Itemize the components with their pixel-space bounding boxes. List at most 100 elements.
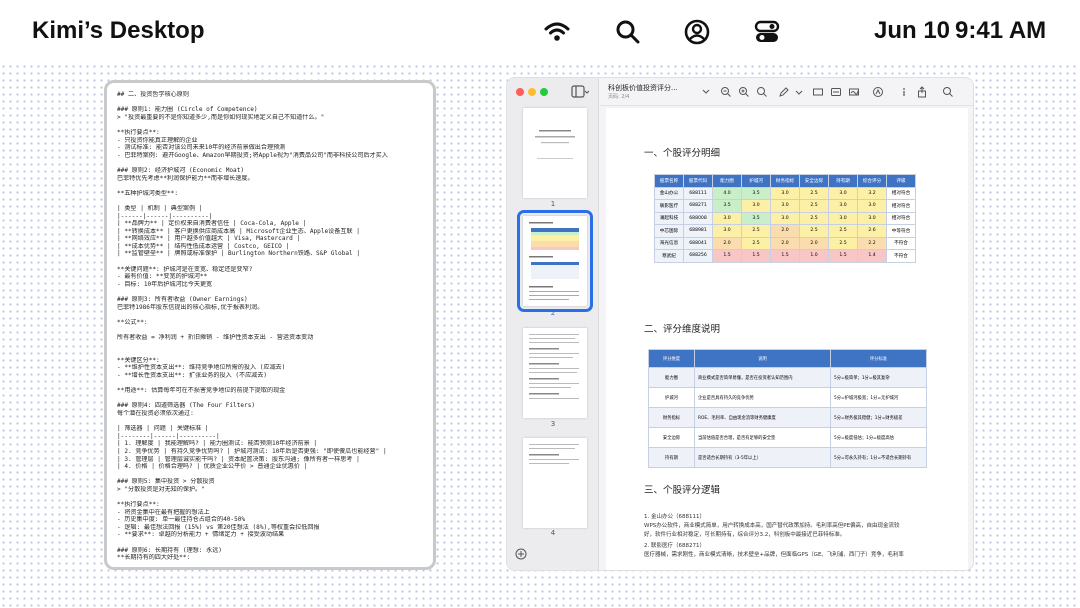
editor-line: | 2. 竞争优势 | 有持久竞争优势吗? | 护城河测试: 10年后是否更强:… — [117, 447, 387, 455]
page-thumbnail-2[interactable] — [517, 210, 593, 312]
table-cell: 3.5 — [741, 186, 771, 200]
search-icon[interactable] — [942, 86, 954, 98]
table-cell: 联影医疗 — [654, 199, 684, 213]
page-thumbnail-3[interactable] — [523, 328, 587, 418]
text-box-icon[interactable] — [812, 86, 824, 98]
editor-line: **执行要点**: — [117, 501, 160, 509]
table-header-cell: 评分标准 — [830, 349, 927, 368]
page-thumbnail-1[interactable] — [523, 108, 587, 198]
add-page-icon[interactable] — [515, 548, 527, 560]
menubar-date: Jun 10 — [874, 17, 951, 44]
chevron-down-icon[interactable] — [793, 86, 805, 98]
table-header-cell: 财务指标 — [770, 174, 800, 188]
search-icon[interactable] — [614, 18, 642, 46]
info-icon[interactable] — [898, 86, 910, 98]
table-cell: 2.5 — [741, 224, 771, 238]
editor-line: - 测试标准: 能否对该公司未来10年的经济前景做出合理预测 — [117, 144, 286, 152]
table-cell: 能力圈 — [648, 367, 695, 388]
editor-line: - 逻辑: 最佳想法回报 (15%) vs 第20佳想法 (8%),等权重会拉低… — [117, 523, 320, 531]
table-cell: 1.4 — [857, 249, 887, 263]
table-cell: 3.0 — [770, 211, 800, 225]
table-row: 护城河 企业是否具有持久的竞争优势 5分=护城河极宽；1分=无护城河 — [648, 387, 927, 408]
table-cell: 2.2 — [857, 236, 887, 250]
table-cell: 1.0 — [799, 249, 829, 263]
editor-line: **关键区分**: — [117, 356, 160, 364]
table-header-cell: 综合评分 — [857, 174, 887, 188]
signature-icon[interactable] — [848, 86, 860, 98]
user-icon[interactable] — [683, 18, 711, 46]
close-window-button[interactable] — [516, 88, 524, 96]
share-icon[interactable] — [916, 86, 928, 98]
minimize-window-button[interactable] — [528, 88, 536, 96]
zoom-in-icon[interactable] — [738, 86, 750, 98]
table-cell: 688008 — [683, 211, 713, 225]
control-center-icon[interactable] — [753, 18, 781, 46]
sidebar-toggle-icon[interactable] — [571, 85, 589, 99]
table-cell: 当前估值是否合理，是否有足够的安全垫 — [694, 427, 831, 448]
section-heading-3: 三、个股评分逻辑 — [644, 485, 721, 496]
logic-line: 1. 金山办公（688111） — [644, 514, 705, 520]
table-cell: 是否适合长期持有（3-5年以上） — [694, 447, 831, 468]
thumbnail-number: 2 — [550, 309, 556, 317]
editor-line: | 筛选器 | 问题 | 关键标准 | — [117, 425, 209, 433]
table-row: 联影医疗 688271 3.5 3.0 3.0 2.5 3.0 3.0 相对符合 — [654, 199, 916, 213]
annotate-icon[interactable] — [872, 86, 884, 98]
table-cell: 688271 — [683, 199, 713, 213]
thumbnail-number: 1 — [550, 200, 556, 208]
table-cell: 2.0 — [712, 236, 742, 250]
dimension-table: 评分维度 说明 评分标准 能力圈 商业模式是否简单易懂，是否在投资者认知范围内 5分=极简… — [648, 349, 927, 468]
page-thumbnail-4[interactable] — [523, 438, 587, 528]
section-heading-1: 一、个股评分明细 — [644, 148, 721, 159]
thumbnail-number: 3 — [550, 420, 556, 428]
table-cell: 3.0 — [828, 211, 858, 225]
table-cell: 1.5 — [828, 249, 858, 263]
editor-line: **执行要点**: — [117, 128, 160, 136]
table-cell: 2.5 — [741, 236, 771, 250]
editor-line: ### 原则4: 四道筛选器 (The Four Filters) — [117, 402, 256, 410]
editor-line: 每个潜在投资必须依次通过: — [117, 409, 194, 417]
table-cell: ROE、毛利率、自由现金流等财务健康度 — [694, 407, 831, 428]
desktop-title: Kimi’s Desktop — [32, 17, 205, 44]
editor-line: - **增长性资本支出**: 扩张业务的投入 (不应减去) — [117, 371, 268, 379]
table-cell: 3.0 — [770, 199, 800, 213]
editor-line: | 3. 管理层 | 管理层诚实能干吗? | 资本配置决策: 股东沟通; 像所有… — [117, 455, 360, 463]
text-editor-window[interactable]: ## 二、投资哲学核心原则 ### 原则1: 能力圈 (Circle of Com… — [104, 80, 436, 570]
editor-line: - **维护性资本支出**: 维持竞争地位所需的投入 (应减去) — [117, 364, 286, 372]
editor-line: - 历史集中度: 单一最佳持仓占组合的40-50% — [117, 516, 246, 524]
table-header-cell: 能力圈 — [712, 174, 742, 188]
thumbnail-sidebar: 1 2 3 4 — [507, 78, 599, 570]
table-cell: 财务指标 — [648, 407, 695, 428]
table-cell: 寒武纪 — [654, 249, 684, 263]
table-cell: 1.5 — [741, 249, 771, 263]
editor-line: **五种护城河类型**: — [117, 189, 178, 197]
table-cell: 不符合 — [886, 249, 916, 263]
table-row: 能力圈 商业模式是否简单易懂，是否在投资者认知范围内 5分=极简单；1分=极其复杂 — [648, 367, 927, 388]
table-cell: 3.0 — [712, 211, 742, 225]
table-header-cell: 说明 — [694, 349, 831, 368]
table-row: 财务指标 ROE、毛利率、自由现金流等财务健康度 5分=财务极其稳健；1分=财务极差 — [648, 407, 927, 428]
zoom-out-icon[interactable] — [720, 86, 732, 98]
zoom-window-button[interactable] — [540, 88, 548, 96]
table-cell: 金山办公 — [654, 186, 684, 200]
table-cell: 3.0 — [857, 199, 887, 213]
menu-bar: Kimi’s Desktop Jun 10 9:41 AM — [0, 0, 1080, 62]
markup-pen-icon[interactable] — [778, 86, 790, 98]
table-cell: 688256 — [683, 249, 713, 263]
shapes-icon[interactable] — [830, 86, 842, 98]
wifi-icon[interactable] — [543, 18, 571, 46]
editor-line: **用途**: 估算每年可在不损害竞争地位的前提下提取的现金 — [117, 387, 286, 395]
editor-line: 所有者收益 = 净利润 + 折旧摊销 - 维护性资本支出 - 营运资本变动 — [117, 334, 314, 341]
editor-content[interactable]: ## 二、投资哲学核心原则 ### 原则1: 能力圈 (Circle of Com… — [117, 91, 423, 562]
table-header-cell: 股票代码 — [683, 174, 713, 188]
table-cell: 安全边际 — [648, 427, 695, 448]
zoom-fit-icon[interactable] — [756, 86, 768, 98]
table-cell: 2.0 — [799, 236, 829, 250]
editor-line: ### 原则1: 能力圈 (Circle of Competence) — [117, 106, 258, 114]
info-sidebar-icon[interactable] — [700, 86, 712, 98]
table-cell: 5分=护城河极宽；1分=无护城河 — [830, 387, 927, 408]
stock-score-table: 股票名称 股票代码 能力圈 护城河 财务指标 安全边际 持有期 综合评分 评级 金山办公 68811… — [654, 174, 916, 263]
preview-toolbar: 科创板价值投资评分... 页码: 2/4 — [600, 78, 973, 106]
